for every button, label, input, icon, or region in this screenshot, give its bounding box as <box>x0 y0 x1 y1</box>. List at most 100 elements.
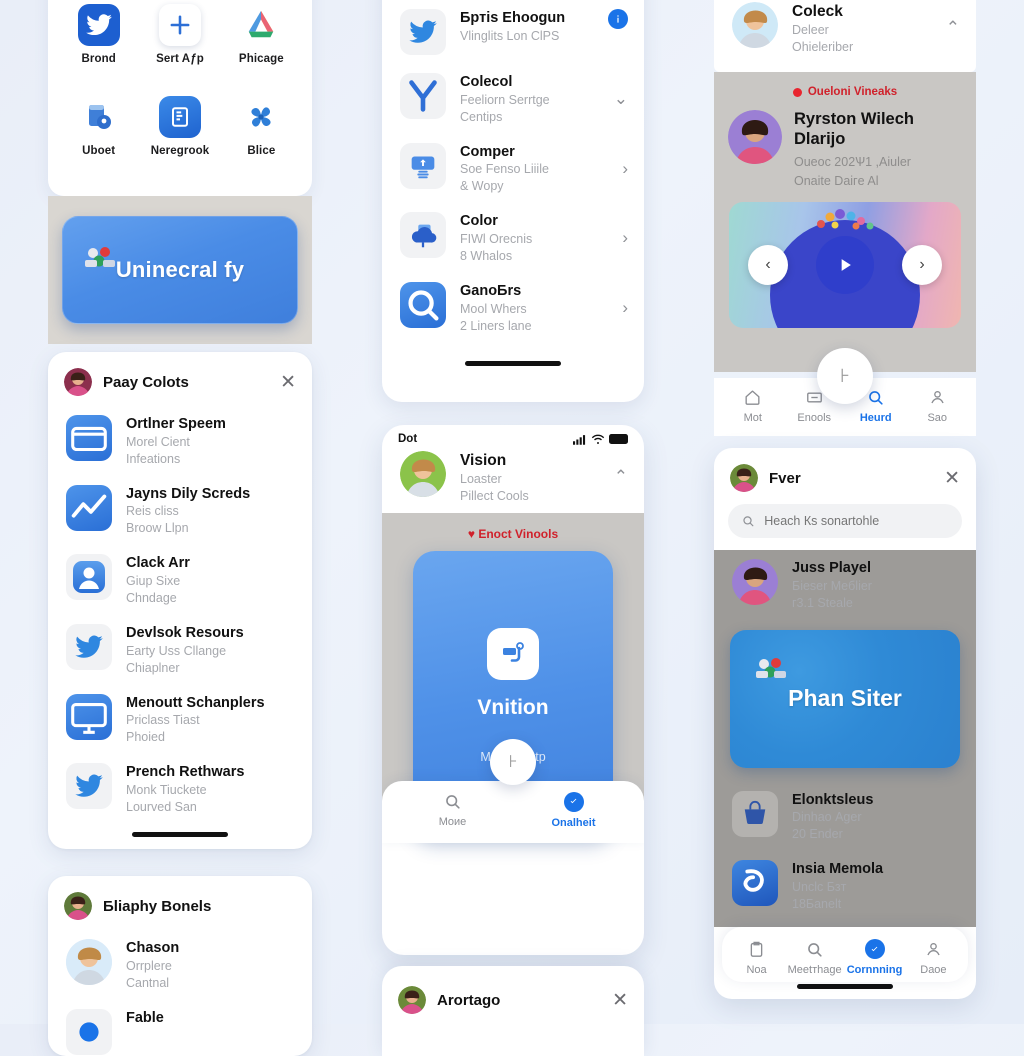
close-icon[interactable]: ✕ <box>944 469 960 488</box>
chevron-right-icon[interactable]: › <box>622 159 628 179</box>
avatar <box>732 559 778 605</box>
tab-cornnning[interactable]: Cornnning <box>847 939 902 976</box>
tab-noa[interactable]: Noа <box>731 940 783 976</box>
group-people-icon <box>752 656 792 684</box>
left-bottom-title: Бliaphy Bonels <box>103 897 212 915</box>
middle-bottom-card: Arortago ✕ <box>382 966 644 1056</box>
right-header-line2: Ohieleriber <box>792 39 854 54</box>
list-item[interactable]: Ortlner Speem Morеl Cient Infeations <box>48 406 312 476</box>
list-item[interactable]: Comper Soe Fenso Liiile & Wopy › <box>382 134 644 204</box>
app-tile-4[interactable]: Neregrook <box>139 96 220 188</box>
list-item[interactable]: GanoБrs Mool Whers 2 Liners lane › <box>382 273 644 343</box>
list-item-line2: 20 Ender <box>792 827 843 842</box>
search-icon <box>743 516 754 527</box>
list-item-title: Elonktsleus <box>792 791 874 808</box>
cellular-icon <box>573 434 586 445</box>
middle-phone-mock: Dot Vision Loaster Pillect Cools ⌃ ♥ Eno… <box>382 425 644 955</box>
tab-sao[interactable]: Saо <box>911 388 963 424</box>
list-item[interactable]: Insia Memola Unclc Бзт 18Бanelt <box>714 851 976 921</box>
live-dot-icon <box>792 87 802 97</box>
list-item-line1: Dinhao Аger <box>792 810 862 825</box>
chevron-down-icon[interactable]: ⌄ <box>614 89 628 109</box>
left-bottom-card: Бliaphy Bonels Chason Orrplere Cantnal F… <box>48 876 312 1056</box>
list-item[interactable]: Elonktsleus Dinhao Аger 20 Ender <box>714 782 976 852</box>
close-icon[interactable]: ✕ <box>612 991 628 1010</box>
chevron-right-icon[interactable]: › <box>902 244 942 285</box>
list-item[interactable]: Colecol Feeliorn Serrtge Centips ⌄ <box>382 64 644 134</box>
promo-banner[interactable]: Uninecral fy <box>62 216 298 324</box>
search-bar[interactable] <box>728 504 962 538</box>
featured-line1: Oueoс 202Ѱ1 ,Aiuler <box>794 154 911 169</box>
app-tile-label: Uboet <box>82 145 116 157</box>
chart-line-icon <box>66 484 112 531</box>
tab-mot[interactable]: Mot <box>727 388 779 424</box>
list-item-line2: Infeations <box>126 451 181 466</box>
list-item[interactable]: Devlsok Resours Earty Uss Cllange Chiapl… <box>48 615 312 685</box>
close-icon[interactable]: ✕ <box>280 373 296 392</box>
app-tile-label: Blice <box>247 145 276 157</box>
card-app-icon <box>487 627 539 680</box>
list-item-title: Devlsok Resours <box>126 625 244 642</box>
tab-meetthage[interactable]: Meetтhage <box>788 940 842 976</box>
swirl-icon <box>732 860 778 907</box>
person-icon <box>931 390 944 404</box>
list-item-line1: Бieser Meбlier <box>792 578 872 593</box>
enact-label: ♥ Enoct Vinools <box>467 526 559 541</box>
list-item[interactable]: Clack Arr Giup Sixe Chndage <box>48 545 312 615</box>
phone-header-row[interactable]: Vision Loaster Pillect Cools ⌃ <box>382 447 644 513</box>
right-header-row[interactable]: Coleck Deleer Ohieleriber ⌃ <box>714 0 976 64</box>
heart-icon: ♥ <box>467 526 475 541</box>
chevron-left-icon[interactable]: ‹ <box>748 244 788 285</box>
tab-dae[interactable]: Daоe <box>907 940 959 976</box>
list-item[interactable]: Color FIWl Orecnis 8 Whalos › <box>382 203 644 273</box>
play-icon[interactable] <box>816 235 874 294</box>
list-item[interactable]: Jaуns Dily Screds Reis cliss Broow Llpn <box>48 476 312 546</box>
list-item-title: Prench Rethwars <box>126 764 245 781</box>
chevron-up-icon[interactable]: ⌃ <box>946 18 960 38</box>
list-item[interactable]: Juss Playel Бieser Meбlier г3.1 Steale <box>714 550 976 620</box>
featured-row[interactable]: Ryrston Wilech Dlariјo Oueoс 202Ѱ1 ,Aiul… <box>714 98 976 192</box>
list-item-line2: Cantnal <box>126 975 170 990</box>
live-label: Oueloni Vineaks <box>807 86 898 98</box>
app-tile-0[interactable]: Brond <box>58 4 139 96</box>
middle-bottom-header: Arortago ✕ <box>382 966 644 1024</box>
app-tile-label: Neregrook <box>150 145 210 157</box>
app-tile-1[interactable]: Sert Aƒp <box>139 4 220 96</box>
blue-dot-icon <box>66 1008 112 1055</box>
chevron-right-icon[interactable]: › <box>622 298 628 318</box>
right-card-header: Fver ✕ <box>714 448 976 502</box>
avatar <box>398 986 426 1014</box>
list-item[interactable]: Chason Orrplere Cantnal <box>48 930 312 1000</box>
app-tile-3[interactable]: Uboet <box>58 96 139 188</box>
app-tile-2[interactable]: Phicage <box>221 4 302 96</box>
search-input[interactable] <box>764 514 949 528</box>
chevron-up-icon[interactable]: ⌃ <box>614 467 628 487</box>
list-item[interactable]: Fаble <box>48 1000 312 1056</box>
monitor-icon <box>66 693 112 740</box>
list-item-line1: Priclass Tiast <box>126 713 200 728</box>
info-badge-icon[interactable] <box>608 9 628 29</box>
media-player[interactable]: ‹ › <box>729 201 961 328</box>
list-item[interactable]: Menoutt Schanplers Priclass Tiast Phоied <box>48 685 312 755</box>
phone-tab-bar: Moиe Onalheit <box>382 780 644 843</box>
confetti-icon <box>817 208 874 230</box>
list-item[interactable]: Prench Rethwars Monk Tiuckete Lourved Sa… <box>48 754 312 824</box>
floating-action-button[interactable]: ⊦ <box>490 738 536 785</box>
phone-header-line2: Pillect Cools <box>460 488 529 503</box>
list-item-line1: Feeliorn Serrtge <box>460 92 550 107</box>
tab-mone[interactable]: Moиe <box>427 792 479 828</box>
chevron-right-icon[interactable]: › <box>622 228 628 248</box>
app-tile-5[interactable]: Blice <box>221 96 302 188</box>
list-item-title: Comper <box>460 143 515 160</box>
verified-badge-icon <box>864 939 885 960</box>
right-banner-section: Phan Siter <box>714 619 976 782</box>
list-item[interactable]: Бртis Ehoogun Vlinglits Lon ClPS <box>382 0 644 64</box>
clipboard-icon <box>750 941 763 957</box>
carrier-label: Dot <box>398 433 418 445</box>
app-tile-label: Phicage <box>238 53 284 65</box>
location-book-icon <box>78 96 120 138</box>
tab-onalheit[interactable]: Onalheit <box>548 791 600 829</box>
floating-action-button[interactable]: ⊦ <box>817 348 873 404</box>
twitter-bird-icon <box>66 763 112 810</box>
right-promo-banner[interactable]: Phan Siter <box>730 629 960 768</box>
